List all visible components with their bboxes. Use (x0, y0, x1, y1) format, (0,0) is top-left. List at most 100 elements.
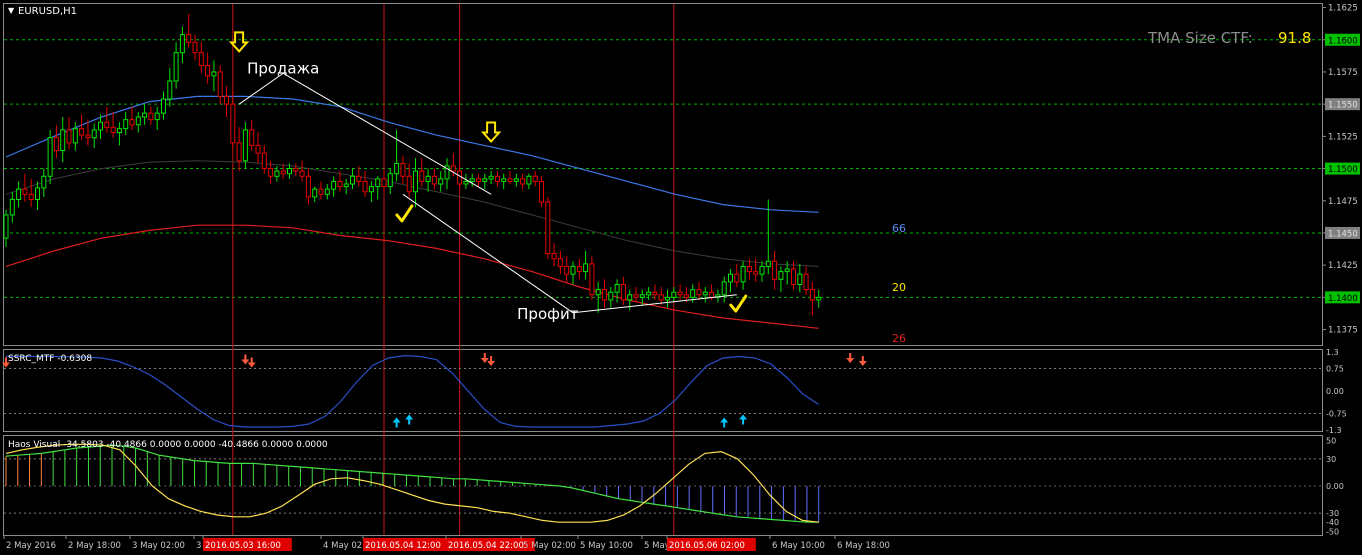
candle-body (41, 175, 47, 189)
time-label: 3 May 02:00 (132, 541, 185, 551)
candle-body (438, 178, 444, 185)
ssrc-tick-label: 0.00 (1326, 387, 1344, 396)
candle-body (539, 180, 544, 203)
candle-body (192, 41, 198, 54)
candle-body (28, 193, 34, 200)
trading-chart-window[interactable]: 662026 1.16251.16001.15751.15501.15251.1… (0, 0, 1362, 555)
candle-body (79, 128, 85, 136)
ssrc-down-arrow-icon (487, 356, 496, 366)
candle-body (576, 265, 582, 273)
ssrc-down-arrow-icon (846, 353, 855, 363)
candle-body (249, 129, 255, 146)
ssrc-up-arrow-icon (739, 414, 748, 425)
candle-body (652, 291, 658, 296)
chart-symbol-title: EURUSD,H1 (18, 6, 77, 17)
candle-body (677, 291, 683, 296)
candle-body (9, 198, 15, 216)
candle-body (513, 178, 519, 182)
candle-body (211, 71, 217, 77)
candle-body (331, 180, 337, 190)
candle-body (545, 201, 551, 255)
candle-body (299, 170, 305, 177)
candle-body (696, 289, 702, 296)
candle-body (765, 260, 771, 267)
candle-body (816, 296, 822, 301)
candle-body (362, 180, 368, 193)
candle-body (425, 175, 431, 182)
candle-body (368, 186, 374, 193)
time-label: 2 May 2016 (6, 541, 56, 551)
candle-body (47, 137, 53, 177)
candle-body (205, 65, 211, 77)
profit-check-icon (395, 204, 414, 223)
candle-body (683, 294, 689, 298)
candle-body (627, 294, 633, 301)
time-label: 6 May 10:00 (772, 541, 825, 551)
time-label: 2016.05.06 02:00 (669, 541, 745, 551)
price-level-tag-label: 1.1400 (1328, 294, 1358, 304)
candle-body (135, 116, 141, 126)
candle-body (608, 291, 614, 301)
annotation-label: Продажа (247, 59, 319, 77)
candle-body (507, 178, 513, 182)
main-grid (4, 39, 1322, 298)
candle-body (419, 170, 425, 182)
haos-tick-label: -30 (1326, 509, 1339, 518)
candle-body (186, 34, 192, 43)
candle-body (797, 273, 803, 285)
candle-body (324, 188, 330, 195)
candle-body (110, 126, 116, 134)
band-line (5, 224, 819, 329)
candle-body (639, 294, 645, 298)
band-label: 66 (892, 222, 906, 235)
time-label: 3 (196, 541, 201, 551)
candle-body (85, 134, 91, 139)
band-label: 26 (892, 332, 906, 345)
candle-body (740, 265, 746, 283)
candle-body (532, 175, 538, 182)
haos-green-line (5, 444, 819, 523)
price-tick-label: 1.1625 (1328, 4, 1358, 14)
candle-body (280, 170, 286, 175)
candle-body (526, 175, 532, 185)
ssrc-tick-label: -0.75 (1326, 410, 1347, 419)
band-line (5, 95, 819, 213)
haos-indicator-title: Haos Visual -34.5803 -40.4866 0.0000 0.0… (8, 440, 328, 450)
time-axis: 2 May 2016 2 May 18:00 3 May 02:00 3 2016.05… (3, 535, 890, 551)
candle-body (709, 291, 715, 298)
candle-body (91, 129, 97, 139)
candle-body (123, 119, 129, 130)
haos-tick-label: 30 (1326, 455, 1336, 464)
candle-body (589, 263, 595, 296)
candle-body (400, 162, 406, 177)
candle-body (343, 183, 349, 188)
ssrc-down-arrow-icon (858, 356, 867, 366)
price-level-tag-label: 1.1600 (1328, 36, 1358, 46)
candle-body (255, 144, 261, 154)
candle-body (753, 271, 759, 275)
candle-body (406, 175, 412, 193)
candle-body (620, 283, 626, 301)
candle-body (665, 296, 670, 301)
sell-arrow-icon (480, 121, 502, 144)
time-label: 2016.05.04 22:00 (448, 541, 524, 551)
profit-check-icon (729, 294, 748, 313)
candle-body (198, 52, 204, 67)
haos-tick-label: -40 (1326, 518, 1339, 527)
candle-body (557, 258, 563, 267)
candle-body (570, 265, 576, 275)
time-label: 5 May (644, 541, 670, 551)
band-line (5, 160, 819, 267)
candle-body (230, 103, 236, 144)
candle-body (803, 273, 809, 291)
candle-body (179, 34, 185, 54)
price-tick-label: 1.1375 (1328, 326, 1358, 336)
candle-body (476, 178, 481, 182)
candles[interactable] (3, 14, 822, 316)
candle-body (809, 289, 815, 301)
candle-body (690, 289, 696, 298)
price-level-tag-label: 1.1550 (1328, 101, 1358, 111)
chart-menu-icon[interactable]: ▼ (8, 6, 15, 15)
candle-body (35, 187, 40, 200)
haos-tick-label: 0.00 (1326, 482, 1344, 491)
